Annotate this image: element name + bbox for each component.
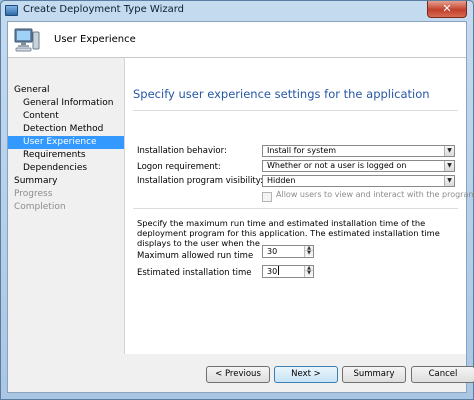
nav-item-label: Content	[23, 111, 59, 121]
wizard-footer: < Previous Next > Summary Cancel	[124, 354, 474, 392]
nav-item-dependencies[interactable]: Dependencies	[8, 162, 124, 175]
estimated-time-input[interactable]: 30 ▲ ▼	[262, 265, 314, 278]
nav-item-label: Completion	[14, 202, 66, 212]
panel-heading: Specify user experience settings for the…	[133, 87, 430, 101]
wizard-header: User Experience	[8, 22, 466, 58]
divider	[133, 110, 458, 111]
max-run-time-spinner: ▲ ▼	[304, 246, 313, 257]
max-run-time-input[interactable]: 30 ▲ ▼	[262, 245, 314, 258]
arrow-down-icon[interactable]: ▼	[305, 251, 313, 256]
nav-item-label: General Information	[23, 98, 114, 108]
estimated-time-value: 30	[267, 267, 278, 276]
nav-item-general[interactable]: General	[8, 84, 124, 97]
allow-interact-checkbox[interactable]	[262, 192, 272, 202]
nav-item-label: General	[14, 85, 50, 95]
nav-item-progress: Progress	[8, 188, 124, 201]
installation-behavior-select[interactable]: Install for system ▼	[262, 145, 455, 157]
nav-item-user-experience[interactable]: User Experience	[8, 136, 124, 149]
chevron-down-icon[interactable]: ▼	[444, 176, 454, 186]
arrow-down-icon[interactable]: ▼	[305, 271, 313, 276]
logon-requirement-value: Whether or not a user is logged on	[267, 161, 407, 170]
logon-requirement-label: Logon requirement:	[137, 162, 221, 172]
max-run-time-label: Maximum allowed run time	[137, 251, 254, 261]
nav-item-label: Dependencies	[23, 163, 88, 173]
nav-item-general-information[interactable]: General Information	[8, 97, 124, 110]
wizard-nav: General General Information Content Dete…	[8, 58, 124, 392]
program-visibility-select[interactable]: Hidden ▼	[262, 175, 455, 187]
divider	[133, 208, 458, 209]
run-time-description: Specify the maximum run time and estimat…	[137, 218, 440, 248]
app-icon	[5, 5, 18, 16]
allow-interact-label: Allow users to view and interact with th…	[276, 190, 474, 199]
installation-behavior-label: Installation behavior:	[137, 146, 227, 156]
nav-item-label: Requirements	[23, 150, 86, 160]
chevron-down-icon[interactable]: ▼	[444, 146, 454, 156]
nav-item-content[interactable]: Content	[8, 110, 124, 123]
estimated-time-label: Estimated installation time	[137, 268, 252, 278]
close-button[interactable]: ✕	[427, 1, 467, 18]
computer-icon	[14, 28, 40, 52]
nav-item-label: Progress	[14, 189, 53, 199]
program-visibility-label: Installation program visibility:	[137, 176, 264, 186]
wizard-window: Create Deployment Type Wizard ✕ User Exp…	[0, 0, 474, 400]
max-run-time-value: 30	[267, 247, 278, 256]
previous-button[interactable]: < Previous	[206, 366, 270, 383]
estimated-time-spinner: ▲ ▼	[304, 266, 313, 277]
nav-item-summary[interactable]: Summary	[8, 175, 124, 188]
settings-panel: Specify user experience settings for the…	[124, 58, 474, 354]
program-visibility-value: Hidden	[267, 176, 296, 185]
wizard-client-area: User Experience General General Informat…	[7, 21, 474, 393]
nav-item-requirements[interactable]: Requirements	[8, 149, 124, 162]
next-button[interactable]: Next >	[274, 366, 338, 383]
installation-behavior-value: Install for system	[267, 146, 337, 155]
nav-item-detection-method[interactable]: Detection Method	[8, 123, 124, 136]
nav-item-label: Detection Method	[23, 124, 104, 134]
nav-item-completion: Completion	[8, 201, 124, 214]
page-title: User Experience	[54, 34, 136, 45]
cancel-button[interactable]: Cancel	[411, 366, 474, 383]
nav-item-label: User Experience	[23, 137, 97, 147]
logon-requirement-select[interactable]: Whether or not a user is logged on ▼	[262, 160, 455, 172]
nav-item-label: Summary	[14, 176, 58, 186]
chevron-down-icon[interactable]: ▼	[444, 161, 454, 171]
text-cursor	[278, 266, 280, 275]
summary-button[interactable]: Summary	[342, 366, 406, 383]
window-title: Create Deployment Type Wizard	[23, 4, 185, 15]
title-bar[interactable]: Create Deployment Type Wizard ✕	[1, 1, 473, 21]
